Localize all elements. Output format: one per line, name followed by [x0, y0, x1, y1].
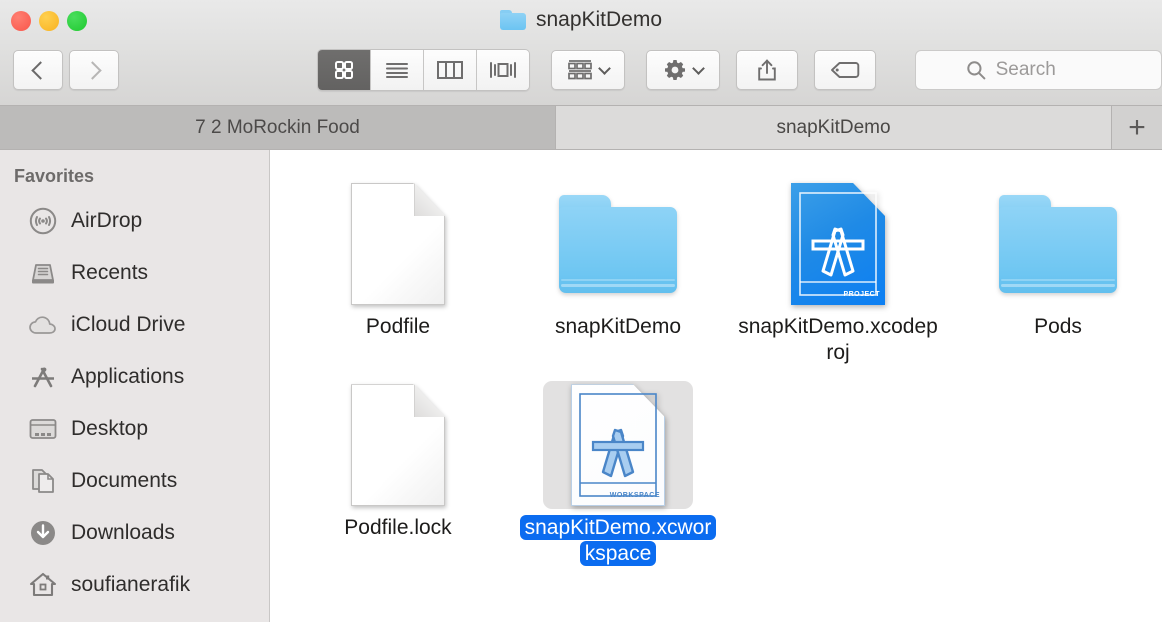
sidebar-item-airdrop[interactable]: AirDrop — [0, 195, 269, 247]
xcworkspace-icon: WORKSPACE — [571, 384, 665, 507]
applications-icon — [28, 362, 58, 392]
sidebar-item-home[interactable]: soufianerafik — [0, 559, 269, 611]
sidebar-item-desktop[interactable]: Desktop — [0, 403, 269, 455]
tab-label: 7 2 MoRockin Food — [195, 116, 360, 138]
xcodeproj-icon: PROJECT — [791, 183, 885, 305]
icon-container — [983, 180, 1133, 308]
file-item-snapkitdemo-folder[interactable]: snapKitDemo — [508, 172, 728, 365]
sidebar-item-documents[interactable]: Documents — [0, 455, 269, 507]
home-icon — [28, 570, 58, 600]
file-item-xcodeproj[interactable]: PROJECT snapKitDemo.xcodeproj — [728, 172, 948, 365]
gallery-icon — [489, 62, 516, 78]
folder-icon — [559, 195, 677, 293]
toolbar: Search — [0, 42, 1162, 98]
file-label: Podfile — [365, 315, 431, 338]
file-label: snapKitDemo — [554, 315, 682, 338]
sidebar-item-label: AirDrop — [71, 209, 143, 232]
sidebar-item-label: iCloud Drive — [71, 313, 186, 336]
desktop-icon — [28, 414, 58, 444]
file-item-podfile-lock[interactable]: Podfile.lock — [288, 373, 508, 566]
column-view-button[interactable] — [423, 50, 477, 90]
badge-text: WORKSPACE — [609, 492, 660, 500]
list-icon — [385, 63, 408, 78]
share-icon — [758, 59, 776, 81]
gallery-view-button[interactable] — [476, 50, 530, 90]
file-label: snapKitDemo.xcodeproj — [738, 315, 938, 364]
icon-container-selected: WORKSPACE — [543, 381, 693, 510]
badge-text: PROJECT — [843, 291, 880, 298]
document-icon — [351, 183, 445, 305]
view-mode-segmented-control — [317, 49, 531, 91]
icon-container — [323, 180, 473, 308]
arrange-by-button[interactable] — [551, 50, 626, 90]
file-item-xcworkspace[interactable]: WORKSPACE snapKitDemo.xcworkspace — [508, 373, 728, 566]
icon-container — [323, 381, 473, 509]
tag-icon — [830, 62, 859, 78]
sidebar-item-downloads[interactable]: Downloads — [0, 507, 269, 559]
sidebar-item-label: Downloads — [71, 521, 175, 544]
document-icon — [351, 384, 445, 507]
file-item-pods-folder[interactable]: Pods — [948, 172, 1162, 365]
sidebar-item-label: Desktop — [71, 417, 149, 440]
plus-icon: + — [1128, 110, 1146, 144]
icon-view-button[interactable] — [318, 50, 371, 90]
downloads-icon — [28, 518, 58, 548]
sidebar-section-favorites: Favorites — [14, 166, 95, 186]
xcode-tools-glyph — [579, 393, 657, 498]
window-title-text: snapKitDemo — [535, 8, 663, 31]
sidebar: Favorites AirDrop Recents iCloud Drive A… — [0, 150, 270, 622]
tab-bar: 7 2 MoRockin Food snapKitDemo + — [0, 106, 1162, 150]
chevron-left-icon — [30, 60, 50, 80]
search-placeholder: Search — [995, 59, 1056, 80]
chevron-down-icon — [692, 61, 705, 75]
file-label: Podfile.lock — [344, 516, 452, 540]
xcode-tools-glyph — [799, 192, 877, 296]
file-label: Pods — [1034, 315, 1082, 338]
icon-container: PROJECT — [763, 180, 913, 308]
sidebar-item-label: Applications — [71, 365, 185, 388]
action-menu-button[interactable] — [646, 50, 720, 90]
finder-window: snapKitDemo Search 7 2 MoRockin Food sna… — [0, 0, 1162, 622]
icloud-icon — [28, 310, 58, 340]
file-grid-area: Podfile snapKitDemo PROJECT snapKitDemo.… — [270, 150, 1162, 622]
back-button[interactable] — [13, 50, 63, 90]
chevron-down-icon — [598, 61, 612, 75]
sidebar-item-recents[interactable]: Recents — [0, 247, 269, 299]
share-button[interactable] — [735, 50, 798, 90]
tab-morockin-food[interactable]: 7 2 MoRockin Food — [0, 106, 556, 149]
window-title: snapKitDemo — [0, 8, 1162, 32]
file-item-podfile[interactable]: Podfile — [288, 172, 508, 365]
tab-snapkitdemo[interactable]: snapKitDemo — [556, 106, 1112, 149]
chevron-right-icon — [82, 60, 102, 80]
documents-icon — [28, 466, 58, 496]
gear-icon — [665, 60, 686, 80]
folder-icon — [499, 10, 526, 30]
tab-label: snapKitDemo — [776, 116, 891, 138]
sidebar-item-label: Recents — [71, 261, 149, 284]
title-bar: snapKitDemo Search — [0, 0, 1162, 106]
window-body: Favorites AirDrop Recents iCloud Drive A… — [0, 150, 1162, 622]
sidebar-item-icloud-drive[interactable]: iCloud Drive — [0, 299, 269, 351]
sidebar-item-label: Documents — [71, 469, 178, 492]
file-label-selected: snapKitDemo.xcworkspace — [518, 515, 718, 566]
airdrop-icon — [28, 206, 58, 236]
recents-icon — [28, 258, 58, 288]
icon-container — [543, 180, 693, 308]
list-view-button[interactable] — [370, 50, 424, 90]
search-icon — [966, 61, 985, 80]
grid-icon — [334, 61, 353, 79]
tags-button[interactable] — [813, 50, 876, 90]
sidebar-item-applications[interactable]: Applications — [0, 351, 269, 403]
forward-button[interactable] — [69, 50, 119, 90]
search-field[interactable]: Search — [914, 50, 1162, 90]
columns-icon — [436, 61, 463, 79]
folder-icon — [999, 195, 1117, 293]
sidebar-item-label: soufianerafik — [71, 573, 191, 596]
new-tab-button[interactable]: + — [1112, 106, 1162, 149]
navigation-buttons — [13, 50, 119, 90]
file-grid: Podfile snapKitDemo PROJECT snapKitDemo.… — [270, 172, 1162, 566]
group-icon — [568, 60, 593, 80]
